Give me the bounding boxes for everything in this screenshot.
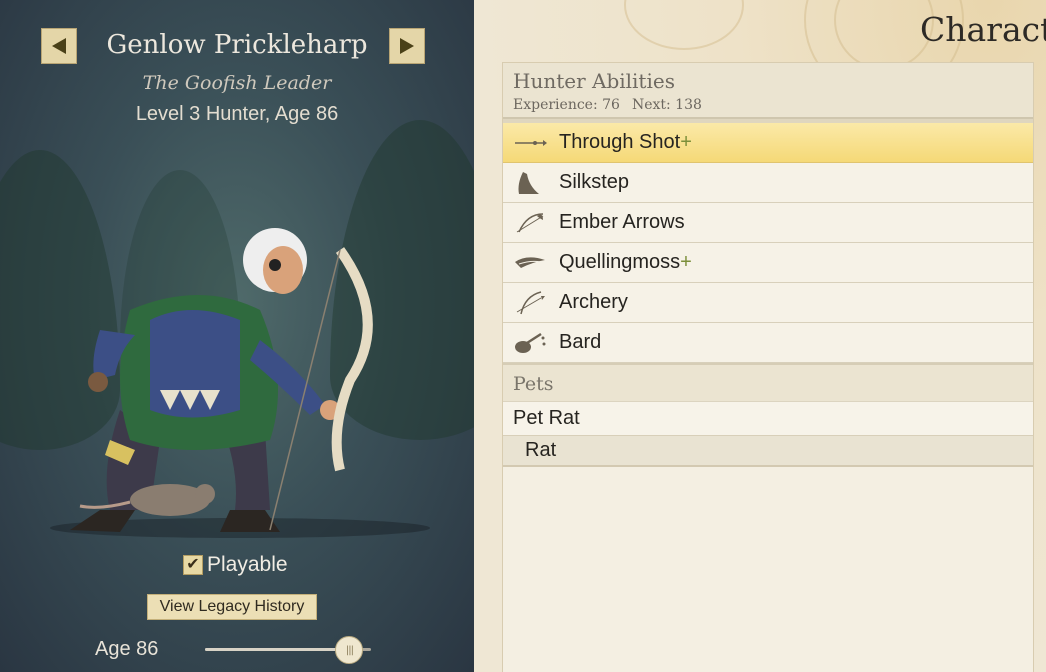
decorative-swirl [624, 0, 744, 50]
abilities-header: Hunter Abilities Experience: 76 Next: 13… [503, 63, 1033, 119]
fire-bow-icon [513, 208, 553, 238]
age-slider-fill [205, 648, 350, 651]
ability-label: Quellingmoss+ [559, 251, 692, 273]
ability-through-shot[interactable]: Through Shot+ [503, 123, 1033, 163]
sheet-title: Characte [920, 10, 1046, 49]
next-level-value: Next: 138 [631, 97, 702, 113]
experience-line: Experience: 76 Next: 138 [513, 97, 1023, 113]
ability-label: Silkstep [559, 171, 630, 193]
ability-label: Archery [559, 291, 628, 313]
pet-name-row[interactable]: Pet Rat [503, 401, 1033, 435]
arrow-shot-icon [513, 128, 553, 158]
playable-toggle[interactable]: ✔ Playable [183, 553, 288, 577]
moss-icon [513, 248, 553, 278]
character-portrait-panel: Genlow Prickleharp The Goofish Leader Le… [0, 0, 474, 672]
pets-heading: Pets [503, 363, 1033, 401]
ability-quellingmoss[interactable]: Quellingmoss+ [503, 243, 1033, 283]
ability-archery[interactable]: Archery [503, 283, 1033, 323]
bow-icon [513, 288, 553, 318]
ability-ember-arrows[interactable]: Ember Arrows [503, 203, 1033, 243]
abilities-heading: Hunter Abilities [513, 69, 675, 93]
ability-silkstep[interactable]: Silkstep [503, 163, 1033, 203]
character-sheet-panel: Characte Hunter Abilities Experience: 76… [474, 0, 1046, 672]
character-name: Genlow Prickleharp [106, 30, 368, 60]
age-slider[interactable]: ||| [205, 636, 371, 664]
ability-label: Ember Arrows [559, 211, 685, 233]
abilities-book: Hunter Abilities Experience: 76 Next: 13… [502, 62, 1034, 672]
playable-label: Playable [207, 553, 288, 576]
ability-list: Through Shot+ Silkstep Ember Arrows Quel… [503, 119, 1033, 363]
ability-label: Through Shot+ [559, 131, 692, 153]
cloak-icon [513, 168, 553, 198]
pet-type-row[interactable]: Rat [503, 435, 1033, 467]
ability-bard[interactable]: Bard [503, 323, 1033, 363]
view-legacy-history-button[interactable]: View Legacy History [147, 594, 317, 620]
lute-icon [513, 328, 553, 358]
playable-checkbox[interactable]: ✔ [183, 555, 203, 575]
character-level-line: Level 3 Hunter, Age 86 [135, 103, 339, 125]
age-slider-thumb[interactable]: ||| [335, 636, 364, 664]
experience-value: Experience: 76 [513, 97, 620, 113]
ability-label: Bard [559, 331, 602, 353]
age-label: Age 86 [95, 638, 159, 660]
character-title: The Goofish Leader [142, 72, 332, 94]
character-portrait [50, 228, 430, 538]
